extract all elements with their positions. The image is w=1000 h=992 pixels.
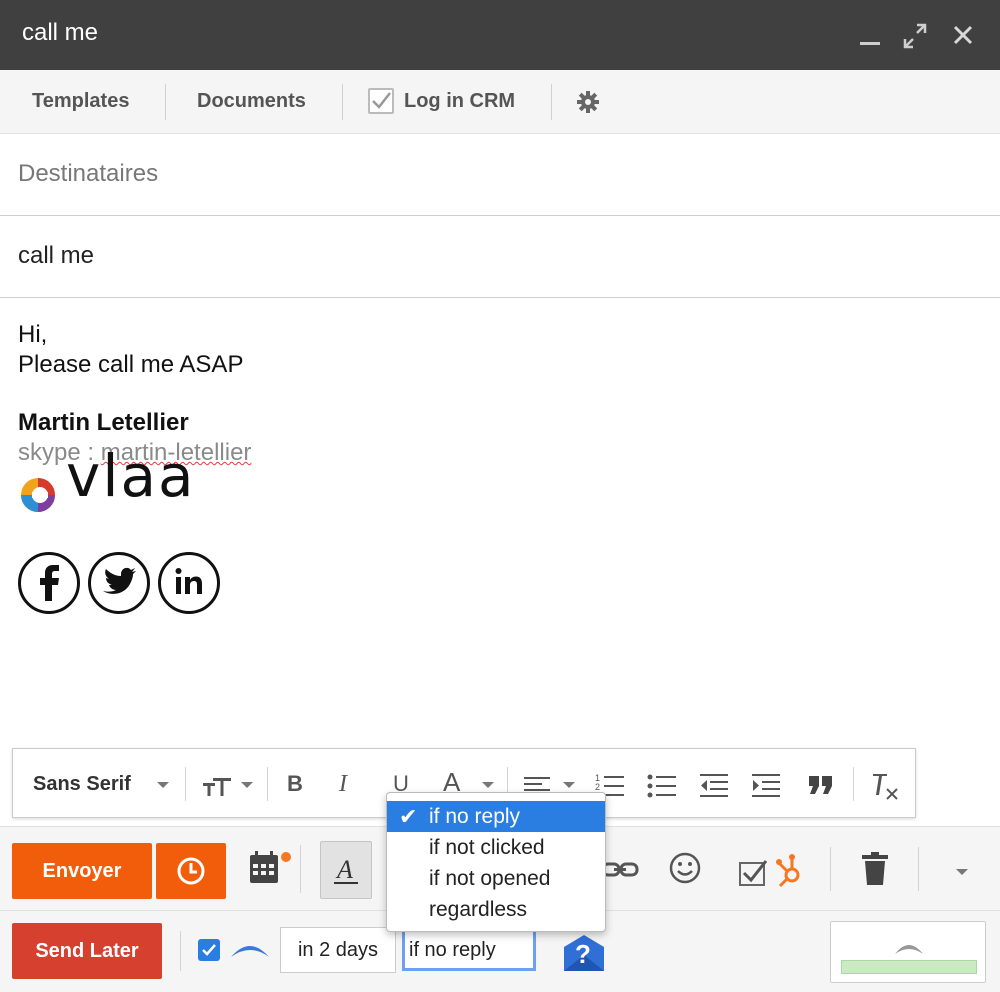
expand-icon[interactable] <box>900 18 930 52</box>
body-line: Please call me ASAP <box>18 351 244 378</box>
window-titlebar: call me <box>0 0 1000 70</box>
quote-icon[interactable] <box>807 765 837 803</box>
documents-button[interactable]: Documents <box>197 90 306 113</box>
window-title: call me <box>22 19 99 46</box>
condition-option-label: if not clicked <box>429 836 545 859</box>
help-icon[interactable]: ? <box>562 931 606 973</box>
log-crm-checkbox[interactable] <box>368 88 394 114</box>
toolbar-divider <box>185 767 186 801</box>
condition-option-label: if not opened <box>429 867 551 890</box>
toolbar-divider <box>165 84 166 120</box>
twitter-icon[interactable] <box>88 552 150 614</box>
logo-swirl-icon <box>21 478 55 512</box>
subject-field[interactable]: call me <box>0 216 1000 298</box>
condition-dropdown-menu: ✔ if no reply if not clicked if not opene… <box>386 792 606 932</box>
emoji-icon[interactable] <box>668 851 702 890</box>
message-body[interactable]: Hi, Please call me ASAP Martin Letellier… <box>18 320 978 614</box>
formatting-toggle-button[interactable]: A <box>320 841 372 899</box>
svg-text:A: A <box>335 855 353 884</box>
indent-more-icon[interactable] <box>751 765 781 803</box>
condition-option-label: if no reply <box>429 805 521 828</box>
chevron-down-icon[interactable] <box>157 782 169 788</box>
checkmark-icon: ✔ <box>399 804 418 829</box>
chevron-down-icon[interactable] <box>482 782 494 788</box>
remove-formatting-icon[interactable] <box>869 765 903 803</box>
recipients-placeholder: Destinataires <box>18 160 159 187</box>
followup-arrow-icon <box>228 937 272 966</box>
templates-button[interactable]: Templates <box>32 90 129 113</box>
bullet-list-icon[interactable] <box>647 765 677 803</box>
company-logo: vlaa <box>18 447 218 517</box>
checkmark-icon <box>372 92 391 109</box>
link-icon[interactable] <box>600 855 640 890</box>
send-later-button[interactable]: Send Later <box>12 923 162 979</box>
progress-bar <box>841 960 977 974</box>
hubspot-task-icon[interactable] <box>736 849 808 894</box>
recipients-field[interactable]: Destinataires <box>0 134 1000 216</box>
collapse-panel-button[interactable] <box>830 921 986 983</box>
followup-condition-select[interactable]: if no reply <box>402 929 536 971</box>
condition-option[interactable]: regardless <box>387 894 605 925</box>
logo-text: vlaa <box>66 442 196 510</box>
bold-icon[interactable]: B <box>287 771 303 809</box>
toolbar-divider <box>918 847 919 891</box>
toolbar-divider <box>551 84 552 120</box>
italic-icon[interactable]: I <box>339 771 347 809</box>
toolbar-divider <box>342 84 343 120</box>
close-icon[interactable] <box>948 18 978 52</box>
chevron-down-icon[interactable] <box>563 782 575 788</box>
checkmark-icon <box>202 944 216 956</box>
linkedin-icon[interactable] <box>158 552 220 614</box>
font-size-icon[interactable] <box>201 765 235 803</box>
more-options-icon[interactable] <box>956 869 968 875</box>
minimize-icon[interactable] <box>855 18 885 52</box>
indent-less-icon[interactable] <box>699 765 729 803</box>
followup-delay-select[interactable]: in 2 days <box>280 927 396 973</box>
subject-value: call me <box>18 242 95 269</box>
send-button[interactable]: Envoyer <box>12 843 152 899</box>
facebook-icon[interactable] <box>18 552 80 614</box>
toolbar-divider <box>853 767 854 801</box>
svg-text:?: ? <box>575 939 591 969</box>
text-format-icon: A <box>334 855 358 884</box>
schedule-send-button[interactable] <box>156 843 226 899</box>
followup-checkbox[interactable] <box>198 939 220 961</box>
compose-toolbar: Templates Documents Log in CRM <box>0 70 1000 134</box>
gear-icon[interactable] <box>576 90 600 119</box>
toolbar-divider <box>267 767 268 801</box>
condition-option-label: regardless <box>429 898 528 921</box>
chevron-down-icon[interactable] <box>241 782 253 788</box>
calendar-icon[interactable] <box>246 849 294 892</box>
trash-icon[interactable] <box>860 851 890 892</box>
body-line: Hi, <box>18 321 48 348</box>
toolbar-divider <box>300 845 301 893</box>
clock-icon <box>177 857 205 885</box>
signature-name: Martin Letellier <box>18 409 189 436</box>
toolbar-divider <box>830 847 831 891</box>
condition-option[interactable]: if not clicked <box>387 832 605 863</box>
log-crm-label[interactable]: Log in CRM <box>404 90 515 113</box>
toolbar-divider <box>180 931 181 971</box>
condition-option[interactable]: if not opened <box>387 863 605 894</box>
font-family-select[interactable]: Sans Serif <box>33 773 131 796</box>
condition-option[interactable]: ✔ if no reply <box>387 801 605 832</box>
